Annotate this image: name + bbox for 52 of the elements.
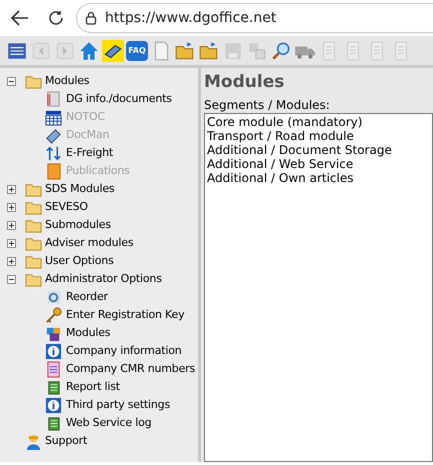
address-bar[interactable]: https://www.dgoffice.net	[76, 3, 433, 33]
back-icon[interactable]	[11, 10, 29, 26]
list-option[interactable]: Transport / Road module	[207, 129, 432, 143]
collapse-toggle[interactable]	[7, 76, 16, 86]
lock-icon	[85, 11, 97, 25]
up-down-arrows-icon	[45, 144, 62, 162]
tree-item[interactable]: Web Service log	[66, 414, 152, 432]
book-icon	[45, 162, 62, 180]
folder-icon[interactable]	[174, 40, 196, 62]
info-icon	[45, 342, 62, 360]
modules-listbox[interactable]: Core module (mandatory) Transport / Road module Additional / Document Storage Additional / Web Service Additional / Own articles	[204, 113, 433, 462]
tree-item[interactable]: Submodules	[45, 216, 111, 234]
book-icon[interactable]	[102, 40, 124, 62]
list-option[interactable]: Additional / Own articles	[207, 171, 432, 185]
tree-item[interactable]: Modules	[45, 72, 90, 90]
tree-item[interactable]: Report list	[66, 378, 120, 396]
tree-item[interactable]: SEVESO	[45, 198, 88, 216]
tree-item[interactable]: Company information	[66, 342, 182, 360]
document-icon	[45, 90, 62, 108]
tree-item[interactable]: User Options	[45, 252, 114, 270]
tree-item[interactable]: Company CMR numbers	[66, 360, 196, 378]
search-icon[interactable]	[270, 40, 292, 62]
info-icon	[45, 396, 62, 414]
table-icon	[45, 108, 62, 126]
tree-item[interactable]: DG info./documents	[66, 90, 172, 108]
tree-item[interactable]: Support	[45, 432, 88, 450]
tree-item[interactable]: Reorder	[66, 288, 108, 306]
tree-item[interactable]: Enter Registration Key	[66, 306, 184, 324]
list-option[interactable]: Additional / Web Service	[207, 157, 432, 171]
key-icon	[45, 306, 62, 324]
page-title: Modules	[204, 71, 286, 94]
faq-button[interactable]: FAQ	[126, 40, 148, 60]
list-option[interactable]: Additional / Document Storage	[207, 143, 432, 157]
collapse-toggle[interactable]	[7, 274, 16, 284]
field-label: Segments / Modules:	[204, 97, 331, 113]
tree-item[interactable]: Modules	[66, 324, 110, 342]
folder-icon[interactable]	[198, 40, 220, 62]
url-text: https://www.dgoffice.net	[105, 8, 276, 28]
expand-toggle[interactable]	[7, 202, 16, 212]
tree-item[interactable]: Administrator Options	[45, 270, 162, 288]
tree-item[interactable]: SDS Modules	[45, 180, 114, 198]
tree-item[interactable]: Third party settings	[66, 396, 170, 414]
expand-toggle[interactable]	[7, 220, 16, 230]
reload-icon[interactable]	[48, 10, 64, 26]
worker-icon	[25, 432, 42, 450]
form-icon	[45, 360, 62, 378]
list-option[interactable]: Core module (mandatory)	[207, 115, 432, 129]
tree-item[interactable]: E-Freight	[66, 144, 114, 162]
expand-toggle[interactable]	[7, 238, 16, 248]
expand-toggle[interactable]	[7, 184, 16, 194]
tree-item[interactable]: Adviser modules	[45, 234, 134, 252]
expand-toggle[interactable]	[7, 256, 16, 266]
